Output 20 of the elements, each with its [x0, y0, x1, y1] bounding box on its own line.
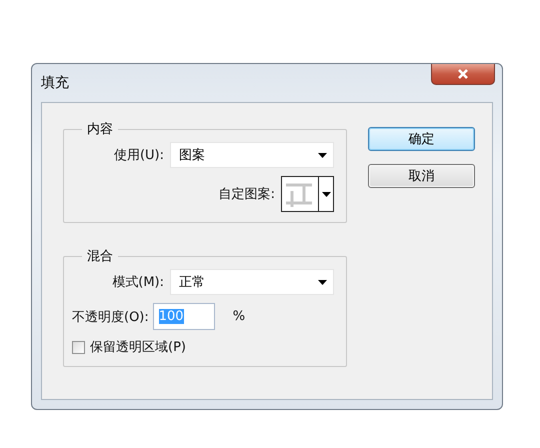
caret-icon: [318, 152, 327, 158]
checkbox-label: 保留透明区域(P): [90, 339, 186, 356]
window-title: 填充: [41, 74, 69, 92]
dialog-button[interactable]: 取消: [368, 164, 475, 188]
checkbox[interactable]: [72, 340, 85, 354]
close-icon: [457, 69, 469, 79]
pattern-picker[interactable]: [281, 176, 334, 212]
caret-icon: [318, 280, 327, 284]
group-legend: 混合: [82, 247, 118, 265]
field-label: 使用(U):: [114, 147, 164, 164]
field-label: 模式(M):: [112, 274, 164, 291]
caret-icon: [322, 192, 330, 196]
close-button[interactable]: [431, 64, 495, 85]
unit-label: %: [232, 309, 246, 324]
use-dropdown[interactable]: 图案: [170, 142, 334, 168]
dialog-button[interactable]: 确定: [368, 127, 475, 151]
field-label: 不透明度(O):: [72, 308, 149, 326]
mode-dropdown[interactable]: 正常: [170, 269, 334, 295]
field-label: 自定图案:: [218, 186, 275, 203]
group-legend: 内容: [82, 120, 118, 138]
